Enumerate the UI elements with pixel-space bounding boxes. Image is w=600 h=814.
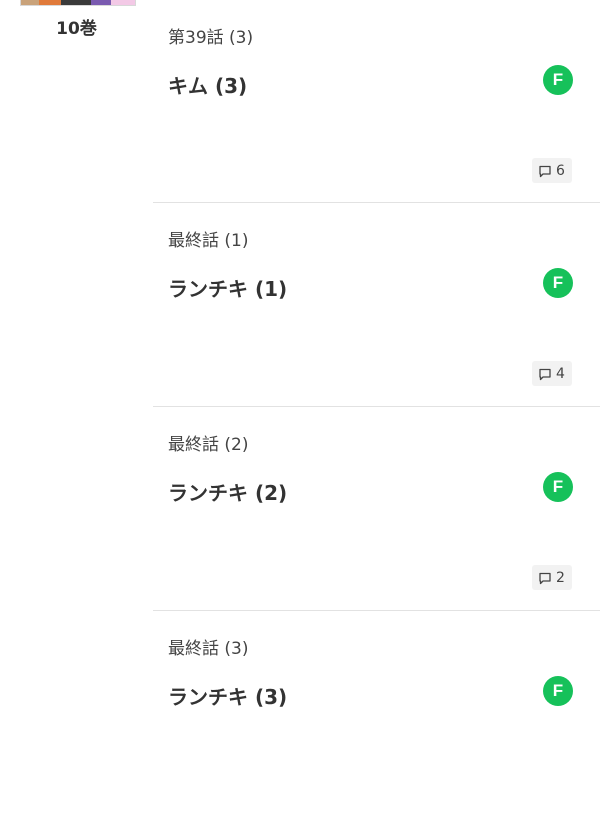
comment-count: 6 xyxy=(556,162,565,179)
episode-row[interactable]: 第39話 (3) キム (3) F 6 xyxy=(153,0,600,203)
comment-count-button[interactable]: 4 xyxy=(532,361,572,386)
episode-list: 第39話 (3) キム (3) F 6 最終話 (1) ランチキ (1) F 4… xyxy=(153,0,600,814)
episode-subtitle: ランチキ (1) xyxy=(168,277,288,301)
episode-row[interactable]: 最終話 (1) ランチキ (1) F 4 xyxy=(153,203,600,407)
episode-title: 最終話 (2) xyxy=(168,435,249,455)
comment-count-button[interactable]: 6 xyxy=(532,158,572,183)
f-badge-icon: F xyxy=(543,65,573,95)
comment-count: 2 xyxy=(556,569,565,586)
episode-title: 最終話 (1) xyxy=(168,231,249,251)
volume-label: 10巻 xyxy=(56,19,97,39)
comment-bubble-icon xyxy=(538,164,552,178)
f-badge-icon: F xyxy=(543,676,573,706)
volume-column: 10巻 xyxy=(0,0,153,750)
comment-bubble-icon xyxy=(538,571,552,585)
f-badge-icon: F xyxy=(543,472,573,502)
comment-count: 4 xyxy=(556,365,565,382)
volume-cover-thumbnail[interactable] xyxy=(20,0,136,6)
f-badge-icon: F xyxy=(543,268,573,298)
episode-title: 第39話 (3) xyxy=(168,28,254,48)
episode-row[interactable]: 最終話 (3) ランチキ (3) F xyxy=(153,611,600,814)
episode-title: 最終話 (3) xyxy=(168,639,249,659)
comment-bubble-icon xyxy=(538,367,552,381)
comment-count-button[interactable]: 2 xyxy=(532,565,572,590)
episode-row[interactable]: 最終話 (2) ランチキ (2) F 2 xyxy=(153,407,600,611)
episode-subtitle: ランチキ (3) xyxy=(168,685,288,709)
episode-subtitle: ランチキ (2) xyxy=(168,481,288,505)
episode-subtitle: キム (3) xyxy=(168,74,248,98)
